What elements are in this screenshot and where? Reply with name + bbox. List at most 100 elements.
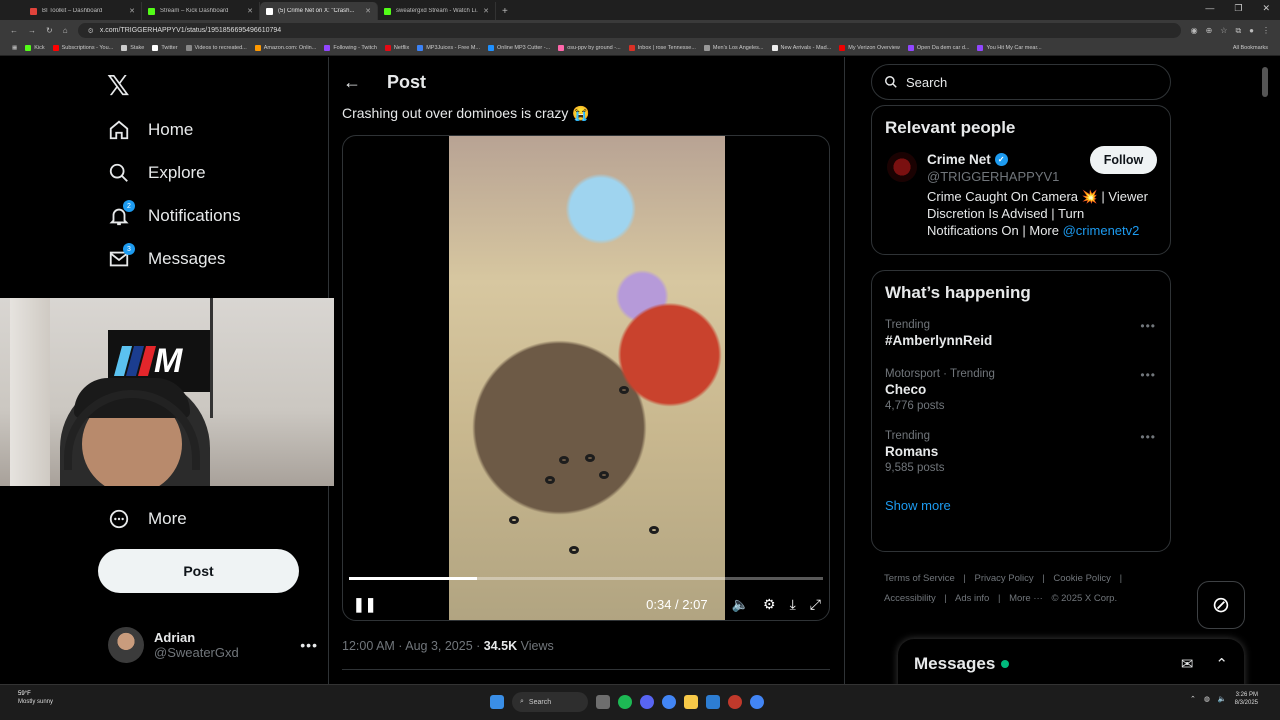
file-explorer-icon[interactable] (684, 695, 698, 709)
all-bookmarks[interactable]: All Bookmarks (1233, 45, 1268, 51)
tab-close-icon[interactable]: ✕ (129, 7, 135, 15)
bookmark-star-icon[interactable]: ☆ (1220, 26, 1227, 36)
person-name[interactable]: Crime Net (927, 152, 991, 167)
footer-privacy[interactable]: Privacy Policy (975, 573, 1034, 584)
maximize-icon[interactable]: ❐ (1234, 3, 1242, 14)
bookmark-item[interactable]: Online MP3 Cutter -... (488, 45, 550, 51)
spotify-icon[interactable] (618, 695, 632, 709)
minimize-icon[interactable]: — (1205, 3, 1214, 14)
bookmark-item[interactable]: Netflix (384, 45, 409, 51)
browser-tab[interactable]: BI Toolkit – Dashboard ✕ (24, 2, 142, 20)
bookmark-item[interactable]: Videos to recreated... (185, 45, 247, 51)
post-timestamp[interactable]: 12:00 AM · Aug 3, 2025 · (342, 639, 484, 653)
task-view-icon[interactable] (596, 695, 610, 709)
bookmark-item[interactable]: Open Da dem car d... (907, 45, 969, 51)
bookmark-item[interactable]: My Verizon Overview (839, 45, 900, 51)
person-avatar[interactable] (887, 152, 917, 182)
new-message-icon[interactable]: ✉ (1181, 655, 1194, 673)
tab-close-icon[interactable]: ✕ (483, 7, 489, 15)
x-logo-icon[interactable]: 𝕏 (107, 69, 130, 102)
bookmark-item[interactable]: Twitter (152, 45, 178, 51)
profile-icon[interactable]: ● (1249, 26, 1254, 36)
bio-link[interactable]: @crimenetv2 (1063, 223, 1140, 238)
volume-icon[interactable]: 🔈 (732, 596, 749, 613)
nav-notifications[interactable]: 2 Notifications (108, 200, 241, 227)
bookmark-item[interactable]: Stake (121, 45, 144, 51)
post-button[interactable]: Post (98, 549, 299, 593)
settings-gear-icon[interactable]: ⚙ (763, 596, 776, 613)
browser-tab[interactable]: sweatergxd Stream - Watch Li... ✕ (378, 2, 496, 20)
expand-chevron-icon[interactable]: ⌃ (1215, 655, 1228, 673)
follow-button[interactable]: Follow (1090, 146, 1157, 174)
bookmark-item[interactable]: Amazon.com: Onlin... (254, 45, 316, 51)
page-scrollbar[interactable] (1262, 57, 1268, 684)
url-field[interactable]: ⚙ x.com/TRIGGERHAPPYV1/status/1951856695… (77, 23, 1181, 38)
chrome-icon[interactable] (662, 695, 676, 709)
relevant-person[interactable]: Crime Net ✓ @TRIGGERHAPPYV1 Crime Caught … (872, 138, 1170, 249)
tab-close-icon[interactable]: ✕ (365, 7, 371, 15)
bookmark-item[interactable]: You Hit My Car mear... (977, 45, 1042, 51)
pause-icon[interactable]: ❚❚ (353, 596, 376, 613)
reload-icon[interactable]: ↻ (46, 26, 53, 35)
footer-accessibility[interactable]: Accessibility (884, 593, 936, 604)
footer-cookie[interactable]: Cookie Policy (1053, 573, 1111, 584)
apps-icon[interactable]: ▦ (12, 45, 17, 51)
messages-drawer[interactable]: Messages ✉ ⌃ (898, 639, 1244, 684)
close-window-icon[interactable]: ✕ (1262, 3, 1270, 14)
new-tab-button[interactable]: + (502, 6, 508, 17)
tab-close-icon[interactable]: ✕ (247, 7, 253, 15)
weather-widget[interactable]: 59°F Mostly sunny (18, 690, 53, 706)
nav-messages[interactable]: 3 Messages (108, 243, 225, 270)
footer-terms[interactable]: Terms of Service (884, 573, 955, 584)
nav-home[interactable]: Home (108, 119, 193, 141)
trend-item[interactable]: Motorsport · Trending Checo 4,776 posts … (872, 368, 1170, 412)
footer-more[interactable]: More ··· (1009, 593, 1043, 604)
chrome-alt-icon[interactable] (750, 695, 764, 709)
network-icon[interactable]: ◍ (1204, 695, 1210, 703)
search-input[interactable]: Search (871, 64, 1171, 100)
obs-icon[interactable] (728, 695, 742, 709)
volume-tray-icon[interactable]: 🔈 (1218, 695, 1227, 703)
video-player[interactable]: ❚❚ 0:34 / 2:07 🔈 ⚙ ⤓ ⤢ (342, 135, 830, 621)
extensions-icon[interactable]: ⧉ (1235, 26, 1241, 36)
discord-icon[interactable] (640, 695, 654, 709)
browser-tab[interactable]: Stream – Kick Dashboard ✕ (142, 2, 260, 20)
tray-chevron-icon[interactable]: ⌃ (1190, 695, 1196, 703)
trend-more-icon[interactable]: ••• (1140, 319, 1156, 333)
home-browser-icon[interactable]: ⌂ (63, 26, 68, 35)
bookmark-item[interactable]: Kick (25, 45, 45, 51)
site-info-icon[interactable]: ⚙ (88, 27, 94, 35)
nav-explore[interactable]: Explore (108, 162, 206, 184)
zoom-icon[interactable]: ⊕ (1206, 26, 1213, 36)
back-nav-icon[interactable]: ← (10, 26, 18, 35)
trend-more-icon[interactable]: ••• (1140, 368, 1156, 382)
taskbar-search[interactable]: ⌕ Search (512, 692, 588, 712)
trend-more-icon[interactable]: ••• (1140, 430, 1156, 444)
bookmark-item[interactable]: Following - Twitch (324, 45, 377, 51)
forward-nav-icon[interactable]: → (28, 26, 36, 35)
video-frame[interactable] (449, 136, 725, 620)
system-clock[interactable]: 3:26 PM 8/3/2025 (1235, 691, 1258, 707)
store-icon[interactable] (706, 695, 720, 709)
picture-in-picture-icon[interactable]: ⤓ (790, 596, 796, 613)
bookmark-item[interactable]: osu-ppv by ground -... (558, 45, 621, 51)
browser-tab[interactable]: (5) Crime Net on X: "Crash... ✕ (260, 2, 378, 20)
menu-icon[interactable]: ⋮ (1262, 26, 1270, 36)
bookmark-item[interactable]: Subscriptions - You... (52, 45, 113, 51)
bookmark-item[interactable]: MP3Juices - Free M... (417, 45, 480, 51)
back-arrow-icon[interactable]: ← (343, 72, 361, 93)
bookmark-item[interactable]: New Arrivals - Mad... (771, 45, 831, 51)
footer-ads-info[interactable]: Ads info (955, 593, 989, 604)
fullscreen-icon[interactable]: ⤢ (810, 596, 821, 613)
video-progress-bar[interactable] (349, 577, 823, 580)
show-more-link[interactable]: Show more (872, 498, 1170, 513)
nav-more[interactable]: More (108, 508, 187, 530)
account-more-icon[interactable]: ••• (300, 637, 318, 653)
account-switcher[interactable]: Adrian @SweaterGxd ••• (108, 627, 318, 663)
grok-icon[interactable]: ⊘ (1197, 581, 1245, 629)
trend-item[interactable]: Trending Romans 9,585 posts ••• (872, 430, 1170, 474)
trend-item[interactable]: Trending #AmberlynnReid ••• (872, 319, 1170, 348)
start-menu-icon[interactable] (490, 695, 504, 709)
bookmark-item[interactable]: Inbox | rose Tennesse... (628, 45, 696, 51)
bookmark-item[interactable]: Men's Los Angeles... (703, 45, 764, 51)
